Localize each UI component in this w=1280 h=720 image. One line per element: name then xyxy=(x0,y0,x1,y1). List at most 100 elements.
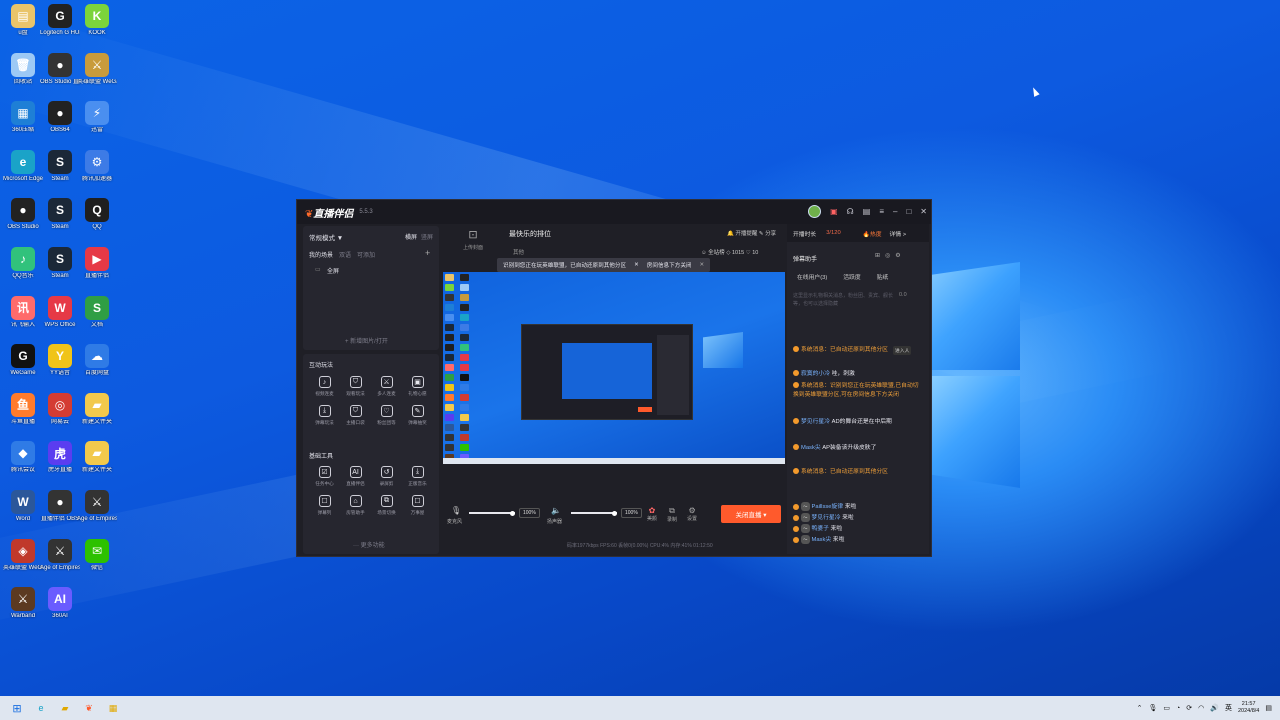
avatar[interactable] xyxy=(808,205,822,218)
scene-item[interactable]: 全屏 xyxy=(327,266,339,275)
desktop-icon[interactable]: S Steam xyxy=(42,247,78,293)
chat-message[interactable]: 梦见行星冷 AD的舞台还是在中后期 xyxy=(793,418,921,427)
title-bar[interactable]: ❦直播伴侣 5.5.3 ▣ ☊ ▤ ≡ – □ ✕ xyxy=(297,200,931,224)
system-message[interactable]: 系统消息：已自动还原到其他分区 xyxy=(793,346,921,355)
desktop-icon[interactable]: ⚔英雄联盟 WeGame版 xyxy=(77,52,117,99)
system-message[interactable]: 系统消息：识别到您正在玩英雄联盟,已自动切换到英雄联盟分区,可在房间信息下方关闭 xyxy=(793,382,921,400)
helper-tools[interactable]: ⊞◎⚙ xyxy=(875,252,906,259)
chat-username[interactable]: Mask尖 xyxy=(801,445,821,451)
headset-icon[interactable]: ☊ xyxy=(847,207,854,216)
tool-item[interactable]: ⧉ 场景切换 xyxy=(371,495,402,516)
desktop-icon[interactable]: ◆ 腾讯会议 xyxy=(5,441,41,487)
speaker-icon[interactable]: 🔈 xyxy=(551,506,561,515)
tab-online-users[interactable]: 在线用户(3) xyxy=(797,272,827,281)
clock[interactable]: 21:57 2024/8/4 xyxy=(1238,701,1259,715)
desktop-icon[interactable]: G Logitech G HUB xyxy=(40,4,80,50)
desktop-icon[interactable]: ● OBS64 xyxy=(42,101,78,147)
join-username[interactable]: Mask尖 xyxy=(812,537,832,543)
chat-message[interactable]: Mask尖 AP装备该升级皮肤了 xyxy=(793,444,921,453)
tab-addable[interactable]: 可添加 xyxy=(357,250,375,259)
portrait-option[interactable]: 竖屏 xyxy=(421,232,433,241)
record-button[interactable]: ⧉ 录制 xyxy=(667,506,677,523)
stream-title[interactable]: 最快乐的排位 xyxy=(509,229,551,239)
beauty-button[interactable]: ✿ 美颜 xyxy=(647,506,657,523)
desktop-icon[interactable]: ▰ 新建文件夹 xyxy=(79,392,115,439)
remind-link[interactable]: 🔔 开播提醒 ✎ 分享 xyxy=(727,229,776,237)
desktop-icon[interactable]: W WPS Office xyxy=(42,295,78,342)
mic-tray-icon[interactable]: 🎙 xyxy=(1149,704,1158,712)
add-icon[interactable]: + xyxy=(425,248,430,258)
tool-item[interactable]: ⤓ 弹幕玩法 xyxy=(309,405,340,426)
desktop-icon[interactable]: S Steam xyxy=(42,149,78,196)
desktop-icon[interactable]: ◎ 网易云 xyxy=(42,392,78,439)
tool-item[interactable]: ⚔ 多人连麦 xyxy=(371,376,402,397)
chat-message[interactable]: 寂寞的小冷 哇，刺激 xyxy=(793,370,921,379)
tool-item[interactable]: ♪ 视频连麦 xyxy=(309,376,340,397)
add-source-button[interactable]: + 新增图片/打开 xyxy=(345,336,388,345)
tool-item[interactable]: ⛉ 观看玩法 xyxy=(340,376,371,397)
mode-dropdown[interactable]: 常规模式 ▼ xyxy=(309,232,343,242)
tool-item[interactable]: ⤓ 正版音乐 xyxy=(402,466,433,487)
settings-button[interactable]: ⚙ 设置 xyxy=(687,506,697,523)
speaker-knob[interactable] xyxy=(612,510,618,516)
desktop-icon[interactable]: ▦ 360压缩 xyxy=(5,101,41,147)
ime-indicator[interactable]: 英 xyxy=(1225,703,1232,713)
tool-item[interactable]: ☐ 弹幕列 xyxy=(309,495,340,516)
files-taskbar-icon[interactable]: ▦ xyxy=(106,701,120,715)
desktop-icon[interactable]: Q QQ xyxy=(79,198,115,244)
wifi-icon[interactable]: ◠ xyxy=(1198,704,1204,712)
chat-username[interactable]: 寂寞的小冷 xyxy=(801,371,830,377)
live-companion-window[interactable]: ❦直播伴侣 5.5.3 ▣ ☊ ▤ ≡ – □ ✕ 常规模式 ▼ 横屏 竖屏 我… xyxy=(296,199,932,557)
tool-item[interactable]: ✎ 弹幕抽奖 xyxy=(402,405,433,426)
chat-username[interactable]: 梦见行星冷 xyxy=(801,419,830,425)
speaker-percent[interactable]: 100% xyxy=(621,508,642,518)
system-message[interactable]: 系统消息：已自动还原到其他分区 xyxy=(793,468,921,477)
desktop-icon[interactable]: ⚔ Age of Empires xyxy=(77,490,117,536)
toast-action[interactable]: 房间信息下方关闭 xyxy=(647,261,692,269)
desktop-icon[interactable]: S Steam xyxy=(42,198,78,244)
tab-my-scenes[interactable]: 我的场景 xyxy=(309,250,333,259)
desktop-icon[interactable]: e Microsoft Edge xyxy=(3,149,43,196)
desktop-icon[interactable]: ◈英雄联盟 WeGame版 xyxy=(3,538,43,585)
mic-percent[interactable]: 100% xyxy=(519,508,540,518)
stop-live-button[interactable]: 关闭直播 ▾ xyxy=(721,505,781,523)
desktop-icon[interactable]: W Word xyxy=(5,490,41,536)
tool-item[interactable]: ☐ 万事屋 xyxy=(402,495,433,516)
tab-stickers[interactable]: 贴纸 xyxy=(877,272,889,281)
menu-icon[interactable]: ≡ xyxy=(879,207,884,216)
gift-icon[interactable]: ▣ xyxy=(830,207,838,216)
start-button[interactable]: ⊞ xyxy=(10,701,24,715)
mic-volume-slider[interactable] xyxy=(469,510,516,516)
minimize-icon[interactable]: – xyxy=(893,207,897,216)
detail-link[interactable]: 详情 > xyxy=(890,229,907,238)
desktop-icon[interactable]: ● OBS Studio xyxy=(5,198,41,244)
desktop-icon[interactable]: ●OBS Studio 直播伴侣 xyxy=(40,52,80,99)
notification-icon[interactable]: ▤ xyxy=(1265,704,1272,712)
desktop-icon[interactable]: Y YY语音 xyxy=(42,344,78,390)
stream-preview[interactable] xyxy=(443,272,785,464)
volume-icon[interactable]: 🔊 xyxy=(1210,704,1219,712)
folder-taskbar-icon[interactable]: ▰ xyxy=(58,701,72,715)
more-functions-link[interactable]: ··· 更多功能 xyxy=(353,540,385,549)
category-label[interactable]: 其他 xyxy=(513,248,524,256)
speaker-volume-slider[interactable] xyxy=(571,510,618,516)
desktop-icon[interactable]: S 文档 xyxy=(79,295,115,342)
tool-item[interactable]: ⌂ 房管助手 xyxy=(340,495,371,516)
desktop-icon[interactable]: 讯讯飞输入 xyxy=(5,295,41,342)
desktop-icon[interactable]: ✉ 微信 xyxy=(79,538,115,585)
mic-knob[interactable] xyxy=(510,510,516,516)
skin-icon[interactable]: ▤ xyxy=(863,207,871,216)
desktop-icon[interactable]: ☁ 百度网盘 xyxy=(79,344,115,390)
close-icon[interactable]: ✕ xyxy=(920,207,927,216)
usb-icon[interactable]: ▭ xyxy=(1163,704,1170,712)
landscape-option[interactable]: 横屏 xyxy=(405,232,417,241)
desktop-icon[interactable]: ● 直播伴侣 OBS xyxy=(41,490,79,536)
desktop-icon[interactable]: 虎虎牙直播 xyxy=(42,441,78,487)
join-username[interactable]: 鸭婆子 xyxy=(812,526,829,532)
edge-taskbar-icon[interactable]: e xyxy=(34,701,48,715)
desktop-icon[interactable]: ▰ 新建文件夹 xyxy=(79,441,115,487)
desktop-icon[interactable]: ⚡ 迅雷 xyxy=(79,101,115,147)
tool-item[interactable]: ↺ 录屏剪 xyxy=(371,466,402,487)
desktop-icon[interactable]: ▤ u盘 xyxy=(5,4,41,50)
desktop-icon[interactable]: G WeGame xyxy=(5,344,41,390)
